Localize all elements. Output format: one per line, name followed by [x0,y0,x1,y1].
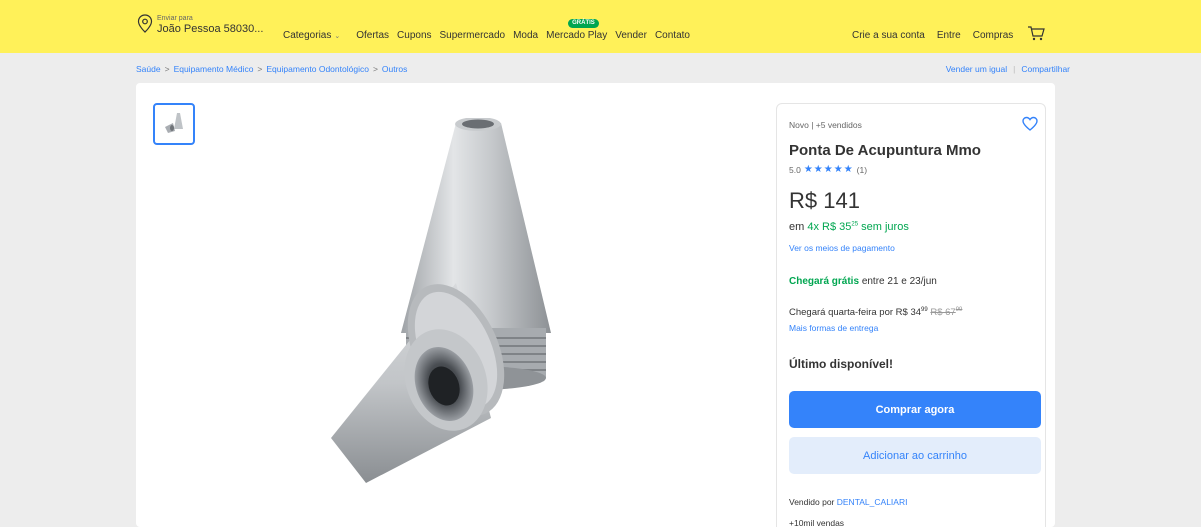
breadcrumb-item[interactable]: Equipamento Odontológico [266,64,369,74]
location-pin-icon [137,14,153,33]
free-shipping-dates: entre 21 e 23/jun [861,276,937,287]
free-badge: GRÁTIS [568,19,599,28]
breadcrumb-separator: > [164,64,170,74]
installments-prefix: em [789,221,805,233]
product-title: Ponta De Acupuntura Mmo [789,142,981,159]
create-account-link[interactable]: Crie a sua conta [852,30,925,41]
installments-value: R$ 35 [822,221,852,233]
breadcrumb-item[interactable]: Equipamento Médico [174,64,254,74]
location-value: João Pessoa 58030... [157,23,264,35]
nav-categorias[interactable]: Categorias ⌄ [283,30,348,41]
nav-supermercado[interactable]: Supermercado [440,30,506,41]
nav-ofertas[interactable]: Ofertas [356,30,389,41]
heart-icon[interactable] [1022,116,1038,132]
login-link[interactable]: Entre [937,30,961,41]
breadcrumb-separator: > [372,64,378,74]
free-shipping-label: Chegará grátis [789,276,860,287]
divider: | [1013,64,1016,74]
old-shipping-cents: 99 [955,307,963,313]
breadcrumb-item[interactable]: Outros [382,64,408,74]
chevron-down-icon: ⌄ [334,32,341,40]
nav-cupons[interactable]: Cupons [397,30,431,41]
star-rating-icon: ★★★★★ [803,164,854,175]
fast-shipping-text: Chegará quarta-feira por R$ 34 [789,307,922,319]
stock-status: Último disponível! [789,357,894,371]
buy-now-button[interactable]: Comprar agora [789,391,1041,428]
old-shipping-price: R$ 67 [930,307,956,319]
product-price: R$ 141 [789,188,860,213]
nav-mercado-play-label: Mercado Play [546,30,608,41]
installments-suffix: sem juros [861,221,909,233]
location-label: Enviar para [157,15,193,22]
cart-icon[interactable] [1027,25,1046,41]
delivery-location[interactable]: Enviar para João Pessoa 58030... [137,14,263,35]
nav-contato[interactable]: Contato [655,30,690,41]
share-link[interactable]: Compartilhar [1021,64,1070,74]
buy-box: Novo | +5 vendidos Ponta De Acupuntura M… [776,103,1046,527]
more-shipping-link[interactable]: Mais formas de entrega [789,323,878,333]
seller-info: Vendido por DENTAL_CALIARI [789,497,907,507]
free-shipping-info: Chegará grátis entre 21 e 23/jun [789,276,937,287]
rating-value: 5.0 [789,164,801,175]
seller-link[interactable]: DENTAL_CALIARI [837,497,908,507]
account-nav: Crie a sua conta Entre Compras [852,25,1046,41]
nav-mercado-play[interactable]: GRÁTIS Mercado Play [546,19,608,41]
seller-sales: +10mil vendas [789,518,845,527]
purchases-link[interactable]: Compras [973,30,1014,41]
add-to-cart-button[interactable]: Adicionar ao carrinho [789,437,1041,474]
installments-count: 4x [807,221,819,233]
nav-categorias-label: Categorias [283,30,332,41]
breadcrumb-item[interactable]: Saúde [136,64,161,74]
installments-cents: 25 [851,221,859,228]
nav-vender[interactable]: Vender [615,30,647,41]
breadcrumb-actions: Vender um igual | Compartilhar [946,64,1070,74]
breadcrumb: Saúde > Equipamento Médico > Equipamento… [136,64,407,74]
condition-label: Novo | +5 vendidos [789,120,862,130]
installments: em 4x R$ 3525 sem juros [789,221,909,233]
fast-shipping-cents: 99 [921,307,928,313]
product-image[interactable] [306,118,666,508]
product-card: Novo | +5 vendidos Ponta De Acupuntura M… [136,83,1055,527]
product-thumbnail[interactable] [153,103,195,145]
top-header: Enviar para João Pessoa 58030... Categor… [0,0,1201,53]
rating[interactable]: 5.0 ★★★★★ (1) [789,164,867,175]
thumbnail-image [165,113,183,133]
sold-by-label: Vendido por [789,497,835,507]
fast-shipping-info: Chegará quarta-feira por R$ 3499 R$ 6799 [789,307,962,318]
sell-similar-link[interactable]: Vender um igual [946,64,1007,74]
payment-methods-link[interactable]: Ver os meios de pagamento [789,243,895,253]
breadcrumb-separator: > [257,64,263,74]
rating-count: (1) [856,164,868,175]
nav-moda[interactable]: Moda [513,30,538,41]
main-nav: Categorias ⌄ Ofertas Cupons Supermercado … [283,19,698,41]
